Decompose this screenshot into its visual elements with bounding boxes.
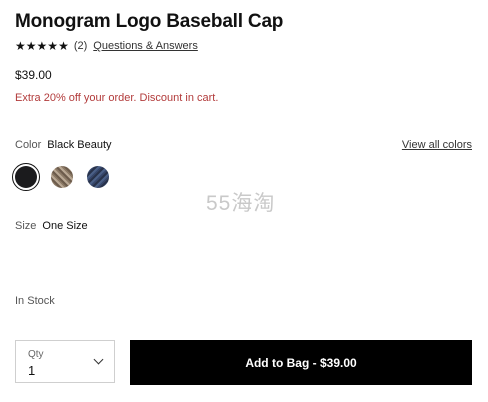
questions-answers-link[interactable]: Questions & Answers xyxy=(93,40,198,52)
promo-message: Extra 20% off your order. Discount in ca… xyxy=(15,92,219,104)
watermark: 55海淘 xyxy=(206,192,276,215)
star-rating: ★ ★ ★ ★ ★ xyxy=(15,40,69,52)
star-icon: ★ xyxy=(15,39,26,53)
quantity-select[interactable]: Qty 1 xyxy=(15,340,115,383)
product-title: Monogram Logo Baseball Cap xyxy=(15,11,284,32)
size-label: Size xyxy=(15,220,37,232)
color-label: Color xyxy=(15,139,42,151)
chevron-down-icon xyxy=(93,354,104,365)
star-icon: ★ xyxy=(58,39,69,53)
color-swatch-black-beauty[interactable] xyxy=(12,163,40,191)
size-selection-label: Size One Size xyxy=(15,220,88,232)
color-swatch-navy-monogram[interactable] xyxy=(87,166,109,188)
star-icon: ★ xyxy=(47,39,59,53)
color-swatch-tan-monogram[interactable] xyxy=(51,166,73,188)
rating-count: (2) xyxy=(73,40,88,52)
star-icon: ★ xyxy=(36,39,48,53)
product-price: $39.00 xyxy=(15,68,52,82)
view-all-colors-link[interactable]: View all colors xyxy=(402,139,472,151)
stock-status: In Stock xyxy=(15,295,55,307)
color-selection-label: Color Black Beauty xyxy=(15,139,112,151)
add-to-bag-button[interactable]: Add to Bag - $39.00 xyxy=(130,340,472,385)
selected-color-name: Black Beauty xyxy=(47,139,112,151)
star-icon: ★ xyxy=(25,39,37,53)
quantity-label: Qty xyxy=(28,349,44,360)
size-value: One Size xyxy=(42,220,88,232)
rating-row: ★ ★ ★ ★ ★ (2) Questions & Answers xyxy=(15,40,198,52)
quantity-value: 1 xyxy=(28,363,36,378)
